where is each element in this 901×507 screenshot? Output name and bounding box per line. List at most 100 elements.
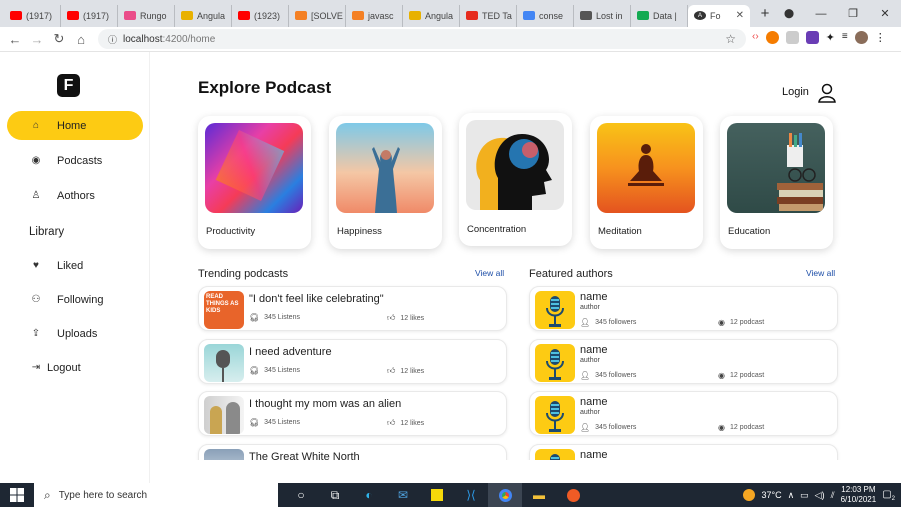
restore-button[interactable]: ❐ bbox=[837, 7, 869, 20]
new-tab-button[interactable]: + bbox=[756, 5, 774, 22]
browser-tab[interactable]: Angula bbox=[403, 4, 460, 27]
vscode-icon[interactable]: ⟩⟨ bbox=[454, 483, 488, 507]
home-button[interactable]: ⌂ bbox=[70, 32, 92, 47]
browser-tab[interactable]: [SOLVE bbox=[289, 4, 346, 27]
browser-tab[interactable]: conse bbox=[517, 4, 574, 27]
tab-label: Angula bbox=[197, 10, 226, 21]
temperature[interactable]: 37°C bbox=[761, 490, 781, 500]
menu-icon[interactable]: ⋮ bbox=[875, 31, 886, 44]
podcast-title: The Great White North bbox=[249, 451, 360, 460]
language-icon[interactable]: ⫽ bbox=[831, 490, 835, 501]
minimize-button[interactable]: — bbox=[805, 8, 837, 20]
browser-tab[interactable]: TED Ta bbox=[460, 4, 517, 27]
listens-count: 345 Listens bbox=[264, 419, 300, 426]
postman-icon[interactable] bbox=[556, 483, 590, 507]
featured-author-card[interactable]: name bbox=[529, 444, 838, 460]
task-view-icon[interactable]: ⧉ bbox=[318, 483, 352, 507]
notification-icon[interactable]: ▢2 bbox=[882, 489, 895, 502]
profile-menu-icon[interactable]: ⬤ bbox=[773, 8, 805, 19]
sidebar-item-following[interactable]: ⚇ Following bbox=[7, 285, 143, 314]
sidebar-item-aothors[interactable]: ♙ Aothors bbox=[7, 181, 143, 210]
browser-tab[interactable]: Data | bbox=[631, 4, 688, 27]
clock[interactable]: 12:03 PM 6/10/2021 bbox=[841, 485, 877, 505]
trending-podcast-card[interactable]: I need adventure 🎧︎ 345 Listens 👍︎ 12 likes bbox=[198, 339, 507, 384]
close-icon[interactable]: ✕ bbox=[736, 10, 744, 21]
trending-podcast-card[interactable]: READ THINGS AS KIDS "I don't feel like ce… bbox=[198, 286, 507, 331]
youtube-icon bbox=[238, 11, 250, 20]
chevron-up-icon[interactable]: ∧ bbox=[788, 490, 795, 501]
notification-count: 2 bbox=[891, 495, 895, 502]
info-icon[interactable]: ⓘ bbox=[108, 33, 117, 46]
browser-tab[interactable]: Angula bbox=[175, 4, 232, 27]
podcast-title: "I don't feel like celebrating" bbox=[249, 293, 384, 305]
url-field[interactable]: ⓘ localhost:4200/home ☆ bbox=[98, 29, 746, 49]
sidebar-item-uploads[interactable]: ⇪ Uploads bbox=[7, 319, 143, 348]
window-close-button[interactable]: ✕ bbox=[869, 7, 901, 20]
browser-tab[interactable]: Lost in bbox=[574, 4, 631, 27]
reload-button[interactable]: ↻ bbox=[48, 31, 70, 47]
tab-active[interactable]: A Fo ✕ bbox=[688, 4, 750, 27]
clock-date: 6/10/2021 bbox=[840, 495, 877, 504]
app-logo[interactable]: F bbox=[57, 74, 80, 97]
puzzle-icon[interactable]: ✦ bbox=[826, 31, 835, 44]
forward-button[interactable]: → bbox=[26, 32, 48, 47]
featured-author-card[interactable]: name author 👤︎ 345 followers ◉ 12 podcast bbox=[529, 286, 838, 331]
listens-meta: 🎧︎ 345 Listens bbox=[249, 313, 300, 322]
followers-meta: 👤︎ 345 followers bbox=[580, 423, 636, 432]
sidebar-item-podcasts[interactable]: ◉ Podcasts bbox=[7, 146, 143, 175]
sidebar-item-label: Podcasts bbox=[57, 154, 103, 167]
dribbble-icon bbox=[124, 11, 136, 20]
author-avatar bbox=[535, 291, 575, 329]
network-icon[interactable]: ▭ bbox=[800, 490, 809, 501]
browser-tab-bar: (1917) (1917) Rungo Angula (1923) [SOLVE javas… bbox=[0, 0, 901, 27]
stack-icon bbox=[295, 11, 307, 20]
purple-extension-icon[interactable] bbox=[805, 31, 819, 44]
page-scrollbar[interactable] bbox=[893, 52, 901, 483]
weather-icon[interactable] bbox=[743, 489, 756, 501]
code-extension-icon[interactable]: ‹› bbox=[752, 31, 759, 44]
taskbar-search-box[interactable]: ⌕ Type here to search bbox=[34, 483, 278, 507]
edge-icon[interactable]: ◐ bbox=[352, 483, 386, 507]
sidebar-item-home[interactable]: ⌂ Home bbox=[7, 111, 143, 140]
bookmark-star-icon[interactable]: ☆ bbox=[725, 32, 736, 46]
profile-avatar[interactable] bbox=[854, 31, 868, 44]
listens-count: 345 Listens bbox=[264, 367, 300, 374]
sidebar-item-label: Home bbox=[57, 119, 87, 132]
windows-start-button[interactable] bbox=[0, 488, 34, 502]
user-icon: 👤︎ bbox=[580, 318, 591, 327]
media-icon[interactable]: ≡ bbox=[842, 31, 848, 44]
browser-tab[interactable]: Rungo bbox=[118, 4, 175, 27]
logout-button[interactable]: ⇥ Logout bbox=[7, 353, 143, 382]
search-icon: ⌕ bbox=[44, 487, 51, 502]
featured-author-card[interactable]: name author 👤︎ 345 followers ◉ 12 podcast bbox=[529, 391, 838, 436]
volume-icon[interactable]: ◁) bbox=[815, 490, 825, 501]
browser-tab[interactable]: (1917) bbox=[4, 4, 61, 27]
google-icon bbox=[523, 11, 535, 20]
trending-podcast-card[interactable]: I thought my mom was an alien 🎧︎ 345 Liste… bbox=[198, 391, 507, 436]
sidebar-item-label: Aothors bbox=[57, 189, 95, 202]
podcast-count-meta: ◉ 12 podcast bbox=[718, 423, 764, 432]
mail-icon[interactable]: ✉ bbox=[386, 483, 420, 507]
chrome-icon[interactable] bbox=[488, 483, 522, 507]
trending-podcast-card[interactable]: The Great White North bbox=[198, 444, 507, 460]
back-button[interactable]: ← bbox=[4, 32, 26, 47]
tab-label: TED Ta bbox=[482, 10, 512, 21]
window-controls: ⬤ — ❐ ✕ bbox=[773, 0, 901, 27]
sidebar-item-liked[interactable]: ♥ Liked bbox=[7, 251, 143, 280]
likes-meta: 👍︎ 12 likes bbox=[387, 366, 424, 376]
cortana-icon[interactable]: ○ bbox=[284, 483, 318, 507]
podcast-icon: ◉ bbox=[718, 371, 725, 380]
podcast-count: 12 podcast bbox=[729, 424, 765, 431]
grey-extension-icon[interactable] bbox=[785, 31, 799, 44]
file-explorer-icon[interactable]: ▬ bbox=[522, 483, 556, 507]
featured-author-card[interactable]: name author 👤︎ 345 followers ◉ 12 podcast bbox=[529, 339, 838, 384]
browser-tab[interactable]: (1917) bbox=[61, 4, 118, 27]
firefox-extension-icon[interactable] bbox=[765, 31, 779, 44]
sticky-notes-icon[interactable] bbox=[420, 483, 454, 507]
angular-icon: A bbox=[694, 11, 706, 20]
tab-label: (1917) bbox=[83, 10, 110, 21]
browser-tab[interactable]: javasc bbox=[346, 4, 403, 27]
address-bar: ← → ↻ ⌂ ⓘ localhost:4200/home ☆ ‹› ✦ ≡ ⋮ bbox=[0, 27, 901, 52]
headphones-icon: 🎧︎ bbox=[249, 313, 260, 322]
browser-tab[interactable]: (1923) bbox=[232, 4, 289, 27]
